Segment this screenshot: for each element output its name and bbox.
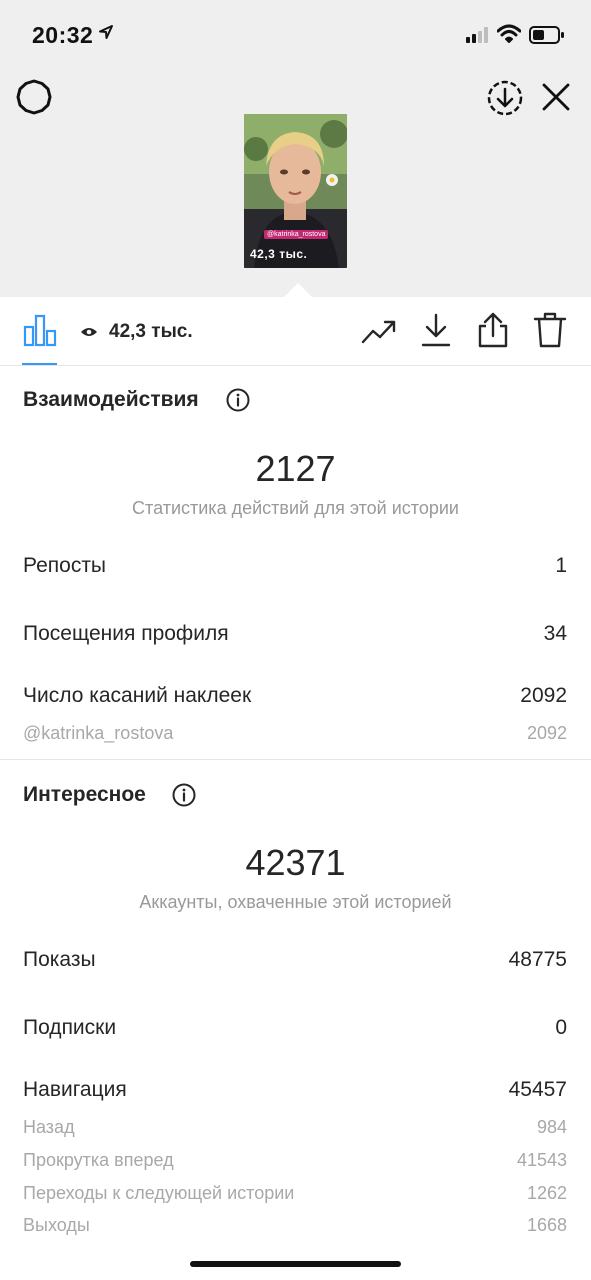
trash-icon[interactable]	[533, 311, 567, 349]
sticker-mention-label[interactable]: @katrinka_rostova	[23, 723, 173, 744]
active-tab-indicator	[22, 363, 57, 365]
back-value: 984	[536, 1117, 567, 1137]
settings-icon[interactable]	[15, 78, 53, 116]
sticker-mention-value: 2092	[526, 723, 567, 743]
download-circle-icon[interactable]	[486, 79, 524, 117]
forward-value: 41543	[516, 1150, 567, 1170]
follows-label: Подписки	[23, 1016, 117, 1039]
story-mention-sticker: @katrinka_rostova	[264, 230, 329, 239]
views-count: 42,3 тыс.	[109, 321, 193, 342]
navigation-value: 45457	[508, 1078, 567, 1101]
info-icon[interactable]	[226, 388, 250, 412]
back-label: Назад	[23, 1117, 75, 1137]
info-icon[interactable]	[172, 783, 196, 807]
share-icon[interactable]	[476, 311, 510, 349]
interactions-caption: Статистика действий для этой истории	[132, 498, 459, 518]
bar-chart-icon[interactable]	[23, 313, 57, 347]
profile-visits-value: 34	[543, 622, 567, 645]
signal-icon	[466, 27, 488, 43]
download-icon[interactable]	[420, 312, 452, 348]
discovery-total: 42371	[245, 842, 346, 883]
forward-label: Прокрутка вперед	[23, 1150, 174, 1170]
reposts-label: Репосты	[23, 554, 107, 577]
story-thumbnail[interactable]: @katrinka_rostova 42,3 тыс.	[244, 114, 347, 268]
wifi-icon	[497, 24, 521, 43]
next-story-label: Переходы к следующей истории	[23, 1183, 295, 1203]
follows-value: 0	[555, 1016, 567, 1039]
location-arrow-icon	[99, 25, 113, 39]
story-viewer-header: 20:32 @katrinka_rostova 42,3 тыс.	[0, 0, 591, 297]
trending-icon[interactable]	[361, 317, 397, 347]
eye-icon	[81, 328, 97, 336]
insights-toolbar: 42,3 тыс.	[0, 297, 591, 366]
next-story-value: 1262	[526, 1183, 567, 1203]
navigation-label: Навигация	[23, 1078, 127, 1101]
exits-label: Выходы	[23, 1215, 90, 1235]
reposts-value: 1	[555, 554, 567, 577]
close-icon[interactable]	[541, 82, 571, 112]
story-overlay-text: 42,3 тыс.	[250, 247, 308, 261]
story-photo	[244, 114, 347, 268]
profile-visits-label: Посещения профиля	[23, 622, 229, 645]
interactions-title: Взаимодействия	[23, 388, 199, 411]
thumbnail-pointer	[284, 283, 312, 297]
section-divider	[0, 759, 591, 760]
sticker-taps-value: 2092	[520, 684, 567, 707]
home-indicator[interactable]	[190, 1261, 401, 1267]
interactions-total: 2127	[255, 448, 336, 489]
exits-value: 1668	[526, 1215, 567, 1235]
discovery-title: Интересное	[23, 783, 146, 806]
impressions-label: Показы	[23, 948, 96, 971]
discovery-caption: Аккаунты, охваченные этой историей	[139, 892, 452, 912]
impressions-value: 48775	[508, 948, 567, 971]
battery-icon	[529, 26, 564, 44]
status-time: 20:32	[32, 22, 94, 48]
sticker-taps-label: Число касаний наклеек	[23, 684, 252, 707]
